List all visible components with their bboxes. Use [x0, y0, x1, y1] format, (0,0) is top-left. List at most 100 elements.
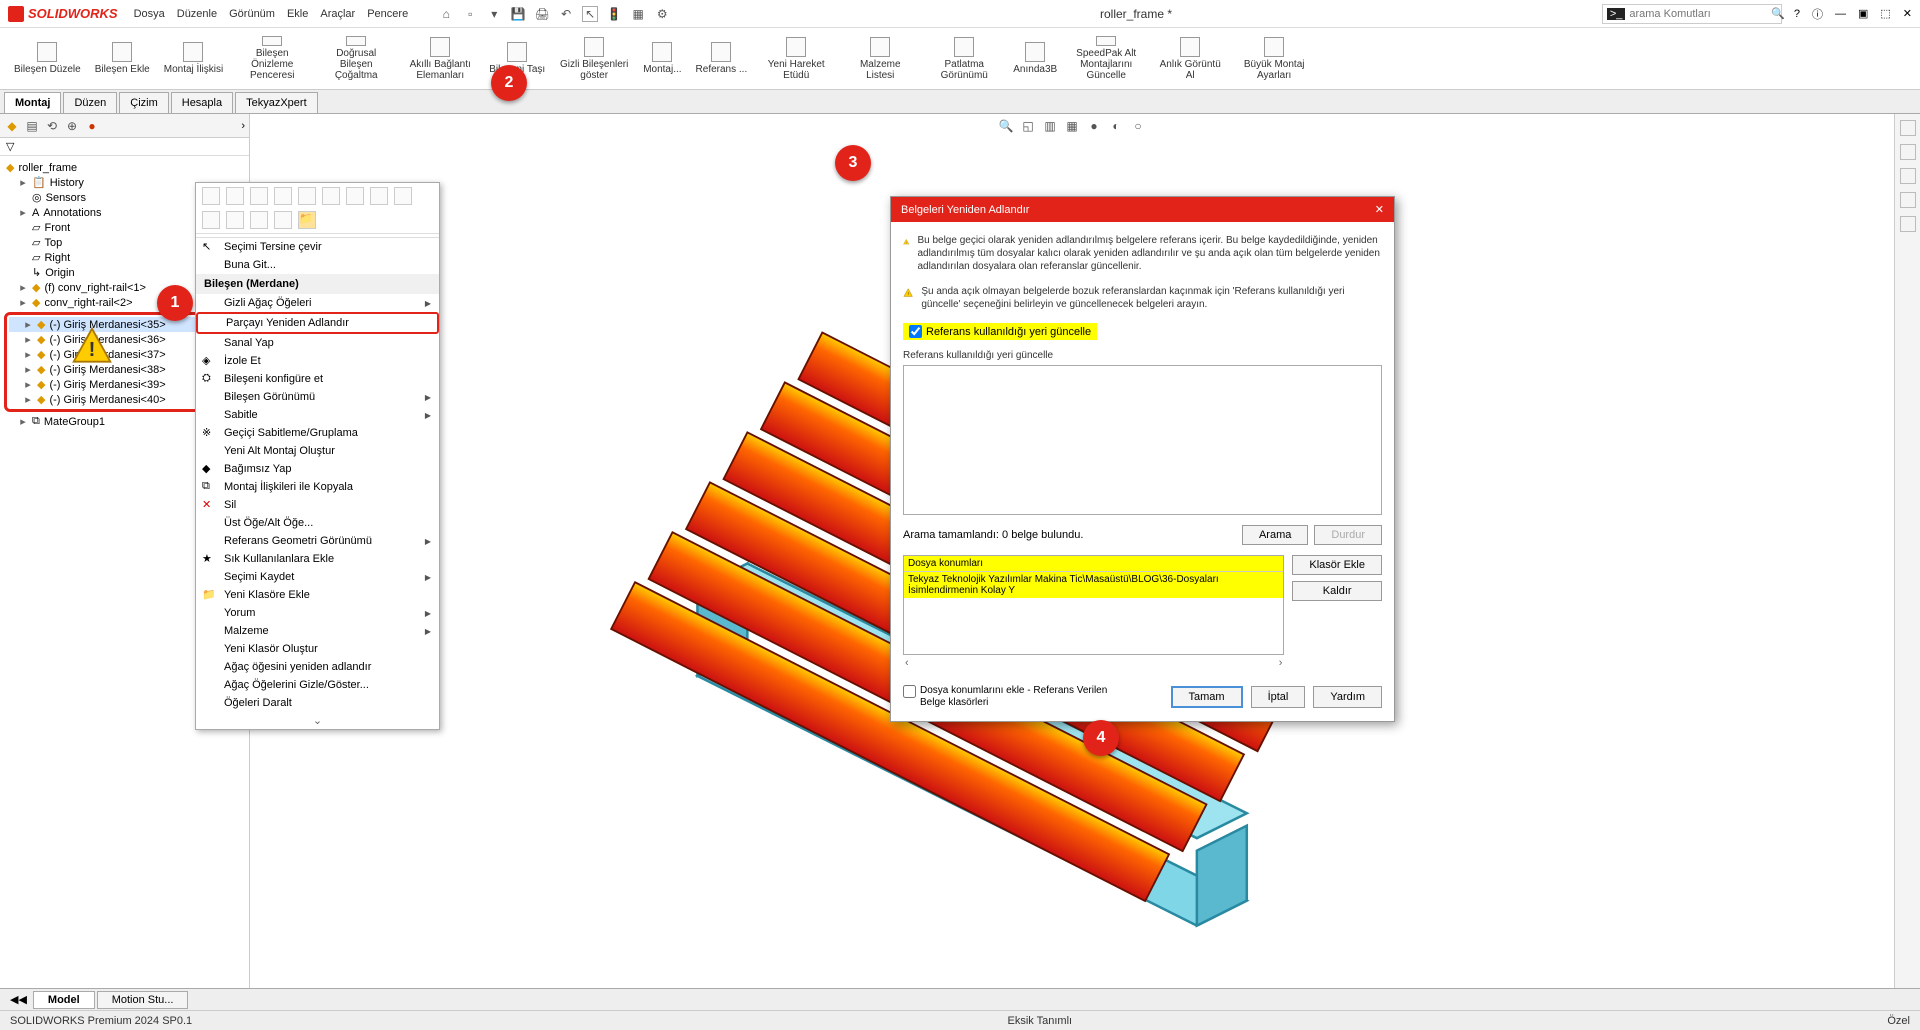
ctx-tool-8[interactable]: [370, 187, 388, 205]
info-icon[interactable]: ⓘ: [1812, 6, 1823, 22]
minimize-icon[interactable]: —: [1835, 8, 1846, 20]
model-tab[interactable]: Model: [33, 991, 95, 1009]
undo-icon[interactable]: ↶: [558, 6, 574, 22]
tab-montaj[interactable]: Montaj: [4, 92, 61, 113]
vp-fit-icon[interactable]: ◱: [1020, 118, 1036, 134]
ctx-tool-7[interactable]: [346, 187, 364, 205]
tab-cizim[interactable]: Çizim: [119, 92, 169, 113]
ctx-tool-folder[interactable]: 📁: [298, 211, 316, 229]
ribbon-btn-14[interactable]: SpeedPak Alt Montajlarını Güncelle: [1065, 32, 1147, 85]
tree-tab-1-icon[interactable]: ◆: [4, 118, 20, 134]
add-file-locations-checkbox[interactable]: Dosya konumlarını ekle - Referans Verile…: [903, 685, 1123, 709]
rs-icon-2[interactable]: [1900, 144, 1916, 160]
dialog-close-icon[interactable]: ✕: [1375, 203, 1384, 216]
references-list[interactable]: [903, 365, 1382, 515]
menu-duzenle[interactable]: Düzenle: [177, 8, 217, 20]
save-icon[interactable]: 💾: [510, 6, 526, 22]
ctx-goto[interactable]: Buna Git...: [196, 256, 439, 274]
rs-icon-3[interactable]: [1900, 168, 1916, 184]
search-button[interactable]: Arama: [1242, 525, 1308, 545]
menu-pencere[interactable]: Pencere: [367, 8, 408, 20]
update-references-input[interactable]: [909, 325, 922, 338]
home-icon[interactable]: ⌂: [438, 6, 454, 22]
ctx-tool-3[interactable]: [250, 187, 268, 205]
rs-icon-1[interactable]: [1900, 120, 1916, 136]
ctx-hide-show-tree[interactable]: Ağaç Öğelerini Gizle/Göster...: [196, 676, 439, 694]
ctx-new-folder[interactable]: Yeni Klasör Oluştur: [196, 640, 439, 658]
ctx-tool-1[interactable]: [202, 187, 220, 205]
search-input[interactable]: [1629, 8, 1771, 20]
traffic-icon[interactable]: 🚦: [606, 6, 622, 22]
ctx-hidden-tree[interactable]: Gizli Ağaç Öğeleri: [196, 294, 439, 312]
rs-icon-5[interactable]: [1900, 216, 1916, 232]
ctx-configure[interactable]: ⛭Bileşeni konfigüre et: [196, 370, 439, 388]
tab-hesapla[interactable]: Hesapla: [171, 92, 233, 113]
vp-section-icon[interactable]: ▥: [1042, 118, 1058, 134]
ribbon-btn-16[interactable]: Büyük Montaj Ayarları: [1233, 32, 1315, 85]
ctx-more-icon[interactable]: ⌄: [196, 712, 439, 729]
ok-button[interactable]: Tamam: [1171, 686, 1243, 708]
maximize-icon[interactable]: ⬚: [1880, 7, 1890, 20]
ctx-tool-4[interactable]: [274, 187, 292, 205]
file-loc-item[interactable]: Tekyaz Teknolojik Yazılımlar Makina Tic\…: [904, 572, 1283, 598]
remove-button[interactable]: Kaldır: [1292, 581, 1382, 601]
collapse-icon[interactable]: ›: [241, 120, 245, 132]
ctx-add-fav[interactable]: ★Sık Kullanılanlara Ekle: [196, 550, 439, 568]
update-references-checkbox[interactable]: Referans kullanıldığı yeri güncelle: [903, 323, 1097, 340]
ctx-tool-2[interactable]: [226, 187, 244, 205]
menu-gorunum[interactable]: Görünüm: [229, 8, 275, 20]
ctx-fix[interactable]: Sabitle: [196, 406, 439, 424]
help-icon[interactable]: ?: [1794, 8, 1800, 20]
ctx-new-subassy[interactable]: Yeni Alt Montaj Oluştur: [196, 442, 439, 460]
ctx-add-to-folder[interactable]: 📁Yeni Klasöre Ekle: [196, 586, 439, 604]
search-box[interactable]: >_ 🔍: [1602, 4, 1782, 24]
ctx-component-view[interactable]: Bileşen Görünümü: [196, 388, 439, 406]
ctx-tool-9[interactable]: [394, 187, 412, 205]
select-icon[interactable]: ↖: [582, 6, 598, 22]
ribbon-btn-2[interactable]: Montaj İlişkisi: [158, 32, 229, 85]
tree-root[interactable]: ◆roller_frame: [4, 160, 245, 175]
tree-tab-4-icon[interactable]: ⊕: [64, 118, 80, 134]
cancel-button[interactable]: İptal: [1251, 686, 1306, 708]
ctx-tool-5[interactable]: [298, 187, 316, 205]
ctx-rename-part[interactable]: Parçayı Yeniden Adlandır: [196, 312, 439, 334]
ribbon-btn-7[interactable]: Gizli Bileşenleri göster: [553, 32, 635, 85]
ctx-temp-fix[interactable]: ※Geçiçi Sabitleme/Gruplama: [196, 424, 439, 442]
ctx-tool-11[interactable]: [226, 211, 244, 229]
help-button[interactable]: Yardım: [1313, 686, 1382, 708]
tree-tab-2-icon[interactable]: ▤: [24, 118, 40, 134]
tree-tab-5-icon[interactable]: ●: [84, 118, 100, 134]
vp-view-icon[interactable]: ▦: [1064, 118, 1080, 134]
scroll-right-icon[interactable]: ›: [1279, 657, 1283, 669]
add-file-locations-input[interactable]: [903, 685, 916, 698]
scroll-left-icon[interactable]: ‹: [905, 657, 909, 669]
open-icon[interactable]: ▾: [486, 6, 502, 22]
close-icon[interactable]: ✕: [1903, 7, 1912, 20]
file-locations-box[interactable]: Dosya konumları Tekyaz Teknolojik Yazılı…: [903, 555, 1284, 655]
motion-study-tab[interactable]: Motion Stu...: [97, 991, 189, 1009]
tree-tab-3-icon[interactable]: ⟲: [44, 118, 60, 134]
ctx-tool-6[interactable]: [322, 187, 340, 205]
new-icon[interactable]: ▫: [462, 6, 478, 22]
ribbon-btn-10[interactable]: Yeni Hareket Etüdü: [755, 32, 837, 85]
ctx-tool-13[interactable]: [274, 211, 292, 229]
add-folder-button[interactable]: Klasör Ekle: [1292, 555, 1382, 575]
btab-prev-icon[interactable]: ◀◀: [4, 993, 33, 1006]
ctx-make-virtual[interactable]: Sanal Yap: [196, 334, 439, 352]
ctx-save-selection[interactable]: Seçimi Kaydet: [196, 568, 439, 586]
ctx-rename-tree[interactable]: Ağaç öğesini yeniden adlandır: [196, 658, 439, 676]
ctx-make-independent[interactable]: ◆Bağımsız Yap: [196, 460, 439, 478]
search-icon[interactable]: 🔍: [1771, 7, 1785, 20]
tab-tekyaz[interactable]: TekyazXpert: [235, 92, 318, 113]
ctx-comment[interactable]: Yorum: [196, 604, 439, 622]
menu-araclar[interactable]: Araçlar: [320, 8, 355, 20]
ctx-ref-geom-view[interactable]: Referans Geometri Görünümü: [196, 532, 439, 550]
ribbon-btn-5[interactable]: Akıllı Bağlantı Elemanları: [399, 32, 481, 85]
settings-icon[interactable]: ⚙: [654, 6, 670, 22]
vp-display-icon[interactable]: ●: [1086, 118, 1102, 134]
ribbon-btn-13[interactable]: Anında3B: [1007, 32, 1063, 85]
ribbon-btn-9[interactable]: Referans ...: [690, 32, 754, 85]
ribbon-btn-1[interactable]: Bileşen Ekle: [89, 32, 156, 85]
menu-ekle[interactable]: Ekle: [287, 8, 308, 20]
vp-hidden-icon[interactable]: ○: [1130, 118, 1146, 134]
